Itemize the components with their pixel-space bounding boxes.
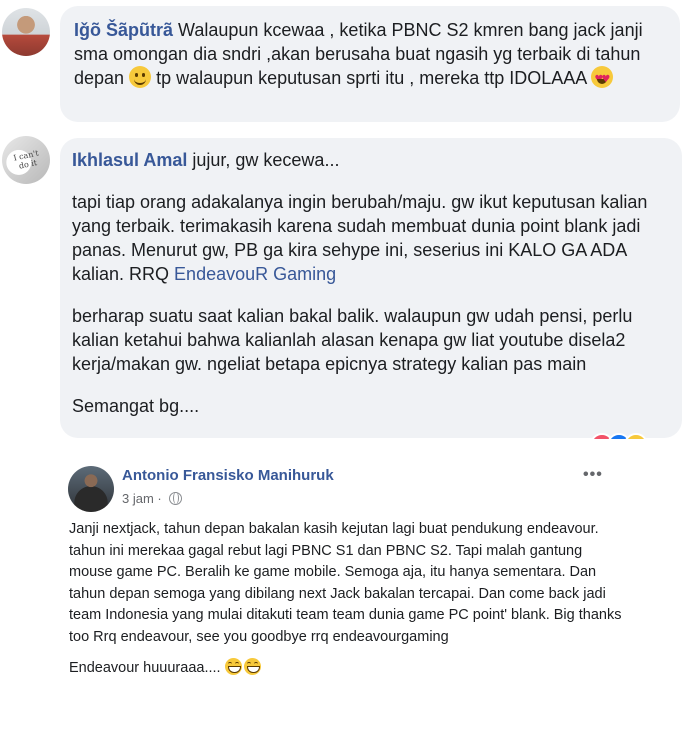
comment-first-line: jujur, gw kecewa... bbox=[187, 150, 340, 170]
post-closing: Endeavour huuuraaa.... bbox=[69, 658, 629, 680]
divider-mask bbox=[0, 439, 700, 455]
post-body: Janji nextjack, tahun depan bakalan kasi… bbox=[69, 519, 629, 680]
grinning-face-icon bbox=[224, 658, 242, 675]
avatar-antonio[interactable] bbox=[68, 466, 114, 512]
slightly-smiling-face-icon bbox=[129, 66, 152, 88]
avatar-igo[interactable] bbox=[2, 8, 50, 56]
avatar-handwriting: I can't do it bbox=[12, 148, 40, 171]
comment-paragraph-1: tapi tiap orang adakalanya ingin berubah… bbox=[72, 190, 672, 286]
post-body-text: Janji nextjack, tahun depan bakalan kasi… bbox=[69, 521, 622, 645]
more-options-icon[interactable]: ••• bbox=[583, 466, 603, 484]
post-closing-text: Endeavour huuuraaa.... bbox=[69, 660, 225, 676]
grinning-face-icon bbox=[243, 658, 261, 675]
comment-paragraph-1-text: tapi tiap orang adakalanya ingin berubah… bbox=[72, 192, 648, 284]
comment-paragraph-3: Semangat bg.... bbox=[72, 396, 200, 416]
comment-bubble-ikhlasul: Ikhlasul Amal jujur, gw kecewa... tapi t… bbox=[60, 138, 682, 438]
comment-text-igo-part2: tp walaupun keputusan sprti itu , mereka… bbox=[151, 68, 592, 88]
comment-bubble-igo: Iǧõ Šãpũtrã Walaupun kcewaa , ketika PBN… bbox=[60, 6, 680, 122]
endeavour-gaming-link[interactable]: EndeavouR Gaming bbox=[174, 264, 336, 284]
comment-author-ikhlasul[interactable]: Ikhlasul Amal bbox=[72, 150, 187, 170]
post-meta: 3 jam · bbox=[122, 491, 183, 506]
post-author[interactable]: Antonio Fransisko Manihuruk bbox=[122, 467, 334, 484]
avatar-ikhlasul[interactable]: I can't do it bbox=[2, 136, 50, 184]
heart-eyes-emoji-icon bbox=[591, 66, 614, 92]
globe-icon bbox=[169, 492, 183, 505]
post-timestamp[interactable]: 3 jam · bbox=[122, 491, 165, 506]
comment-paragraph-2: berharap suatu saat kalian bakal balik. … bbox=[72, 306, 633, 374]
comment-author-igo[interactable]: Iǧõ Šãpũtrã bbox=[74, 20, 173, 40]
